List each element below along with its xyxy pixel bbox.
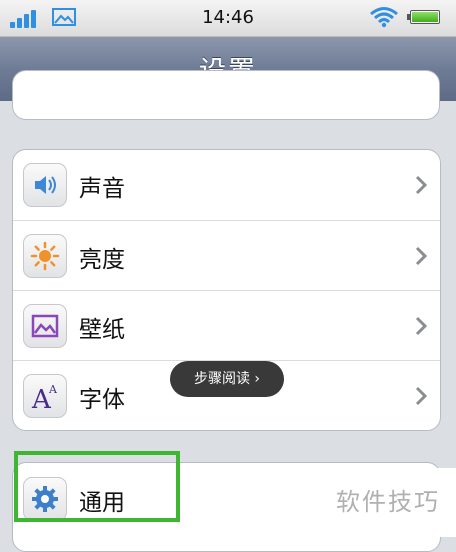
brightness-icon xyxy=(23,234,67,278)
sound-label: 声音 xyxy=(79,176,125,202)
chevron-right-icon xyxy=(415,386,428,406)
watermark: 软件技巧 xyxy=(320,468,456,537)
status-bar: 14:46 xyxy=(0,0,456,37)
font-icon: A A xyxy=(23,374,67,418)
font-label: 字体 xyxy=(79,387,125,413)
wifi-icon xyxy=(370,7,398,28)
brightness-row[interactable]: 亮度 xyxy=(13,220,440,291)
highlight-box xyxy=(14,451,180,522)
battery-icon xyxy=(407,10,440,24)
chevron-right-icon xyxy=(415,316,428,336)
settings-group-above-bottom xyxy=(12,101,440,120)
svg-text:A: A xyxy=(48,383,58,396)
chevron-right-icon xyxy=(415,175,428,195)
chevron-right-icon xyxy=(415,246,428,266)
wallpaper-row[interactable]: 壁纸 xyxy=(13,290,440,361)
speaker-icon xyxy=(23,163,67,207)
wallpaper-label: 壁纸 xyxy=(79,317,125,343)
wallpaper-icon xyxy=(23,304,67,348)
brightness-label: 亮度 xyxy=(79,247,125,273)
sound-row[interactable]: 声音 xyxy=(13,150,440,220)
step-reading-toast[interactable]: 步骤阅读 › xyxy=(170,361,284,397)
